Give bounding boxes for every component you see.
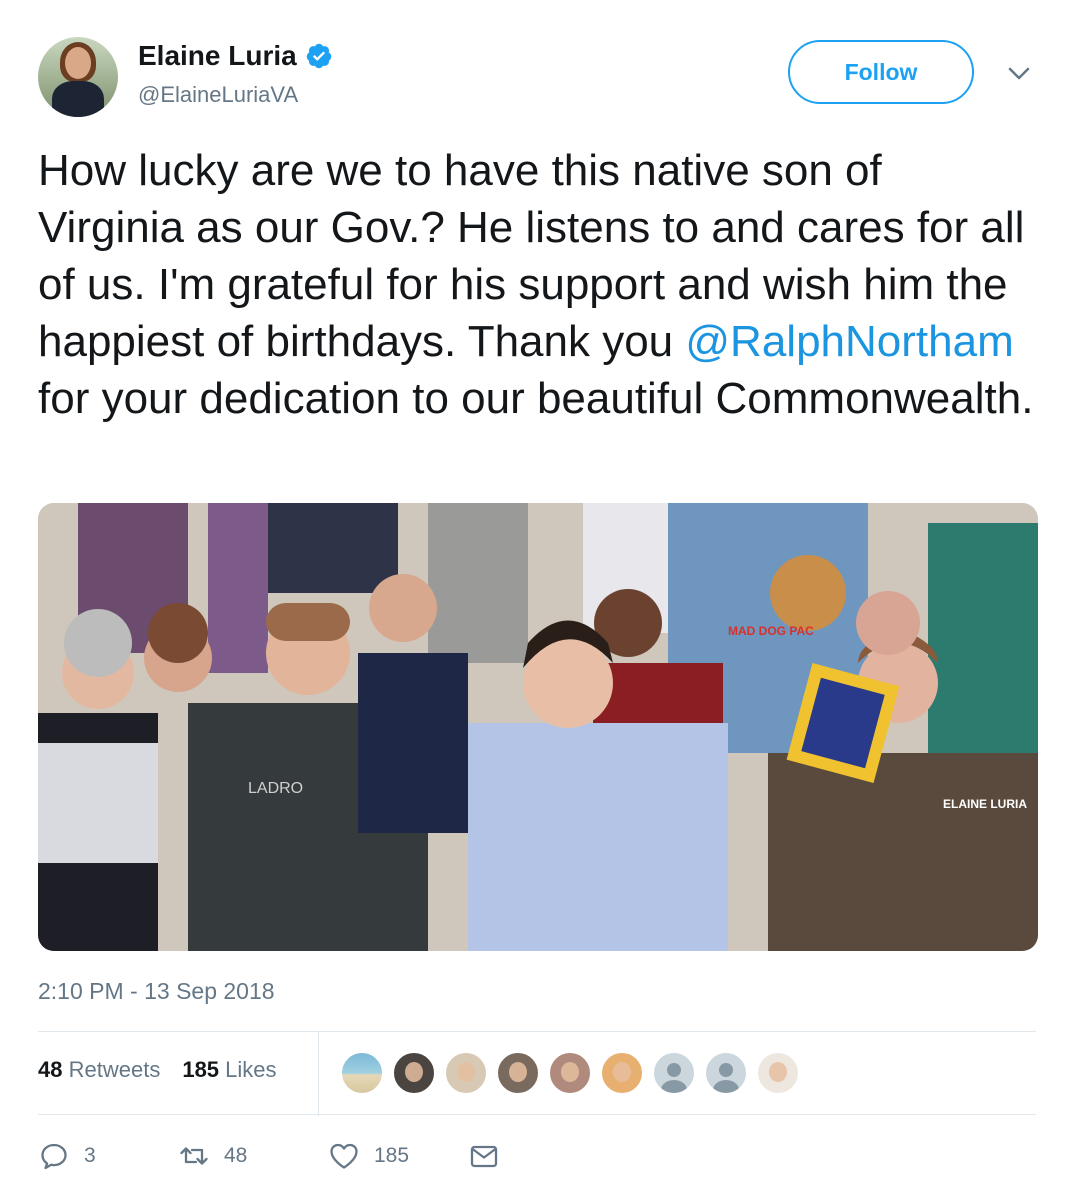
liker-avatar[interactable]: [548, 1051, 592, 1095]
liker-avatar[interactable]: [756, 1051, 800, 1095]
likes-count: 185: [182, 1057, 220, 1082]
divider: [38, 1114, 1036, 1115]
like-action[interactable]: 185: [328, 1140, 409, 1172]
retweet-icon: [180, 1147, 208, 1165]
photo-sign-text: ELAINE LURIA: [943, 797, 1027, 811]
mention-link[interactable]: @RalphNortham: [685, 317, 1013, 366]
liker-avatar[interactable]: [600, 1051, 644, 1095]
liker-avatar[interactable]: [340, 1051, 384, 1095]
liker-avatar[interactable]: [444, 1051, 488, 1095]
chevron-down-icon[interactable]: [1004, 62, 1034, 86]
author-name-row: Elaine Luria: [138, 40, 333, 72]
retweets-count: 48: [38, 1057, 63, 1082]
reply-icon: [41, 1143, 67, 1170]
retweet-action[interactable]: 48: [178, 1140, 247, 1172]
stats-separator: [318, 1032, 319, 1116]
author-avatar[interactable]: [38, 37, 118, 117]
retweets-label: Retweets: [68, 1057, 161, 1082]
reply-action[interactable]: 3: [38, 1140, 96, 1172]
default-avatar-icon[interactable]: [652, 1051, 696, 1095]
retweets-stat[interactable]: 48 Retweets: [38, 1057, 160, 1083]
likes-label: Likes: [225, 1057, 277, 1082]
liker-avatar[interactable]: [392, 1051, 436, 1095]
photo-sign-text: MAD DOG PAC: [728, 624, 814, 638]
tweet-text-part: for your dedication to our beautiful Com…: [38, 374, 1034, 423]
likes-stat[interactable]: 185 Likes: [182, 1057, 276, 1083]
direct-message-action[interactable]: [468, 1140, 500, 1172]
tweet-photo[interactable]: MAD DOG PAC LADRO ELAINE LURIA: [38, 503, 1038, 951]
crowd-photo-illustration: MAD DOG PAC LADRO ELAINE LURIA: [38, 503, 1038, 951]
like-count: 185: [374, 1144, 410, 1167]
divider: [38, 1031, 1036, 1032]
retweet-count: 48: [224, 1144, 248, 1167]
tweet-actions: 3 48 185: [38, 1140, 638, 1172]
tweet-timestamp[interactable]: 2:10 PM - 13 Sep 2018: [38, 978, 275, 1005]
engagement-stats: 48 Retweets 185 Likes: [38, 1057, 277, 1083]
photo-sign-text: LADRO: [248, 780, 303, 797]
author-display-name[interactable]: Elaine Luria: [138, 40, 297, 72]
liker-avatars: [340, 1051, 800, 1095]
liker-avatar[interactable]: [496, 1051, 540, 1095]
verified-badge-icon: [306, 43, 331, 69]
reply-count: 3: [84, 1144, 96, 1167]
heart-icon: [330, 1143, 358, 1169]
follow-button[interactable]: Follow: [788, 40, 974, 104]
tweet-text: How lucky are we to have this native son…: [38, 142, 1038, 427]
default-avatar-icon[interactable]: [704, 1051, 748, 1095]
author-handle[interactable]: @ElaineLuriaVA: [138, 82, 298, 108]
envelope-icon: [470, 1145, 498, 1168]
